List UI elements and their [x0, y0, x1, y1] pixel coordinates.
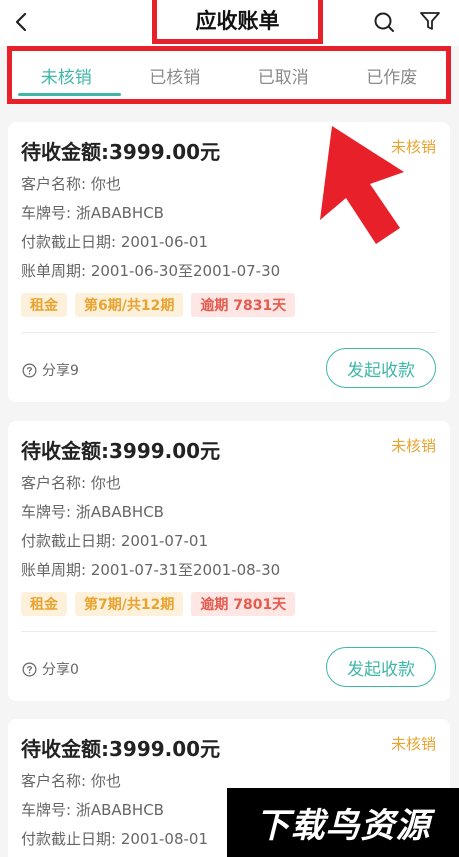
tag-period: 第7期/共12期 — [75, 592, 184, 616]
watermark-text: 下载鸟资源 — [255, 806, 431, 846]
chevron-left-icon[interactable] — [8, 6, 36, 38]
tag-overdue: 逾期 7831天 — [191, 293, 296, 317]
help-circle-icon — [22, 662, 37, 676]
title-highlight-box: 应收账单 — [152, 0, 323, 44]
bill-amount: 待收金额:3999.00元 — [21, 140, 221, 164]
customer-name: 客户名称: 你也 — [21, 175, 121, 193]
status-badge: 未核销 — [390, 437, 436, 455]
initiate-collection-button[interactable]: 发起收款 — [326, 647, 436, 687]
tag-period: 第6期/共12期 — [75, 293, 184, 317]
due-date: 付款截止日期: 2001-06-01 — [21, 233, 208, 251]
top-nav-bar: 应收账单 — [0, 0, 459, 46]
divider — [21, 631, 437, 632]
due-date: 付款截止日期: 2001-08-01 — [21, 830, 208, 848]
status-tabs: 未核销 已核销 已取消 已作废 — [7, 46, 451, 104]
share-label: 分享0 — [42, 662, 79, 678]
initiate-collection-button[interactable]: 发起收款 — [326, 348, 436, 388]
help-circle-icon — [22, 363, 37, 377]
page-title: 应收账单 — [195, 8, 280, 33]
watermark-logo: 下载鸟资源 — [227, 788, 459, 857]
bill-period: 账单周期: 2001-07-31至2001-08-30 — [21, 561, 281, 579]
share-count[interactable]: 分享0 — [22, 659, 79, 679]
customer-name: 客户名称: 你也 — [21, 772, 121, 790]
search-icon[interactable] — [372, 10, 396, 34]
tab-cancelled[interactable]: 已取消 — [229, 51, 338, 99]
divider — [21, 332, 437, 333]
tag-type: 租金 — [21, 592, 67, 616]
plate-number: 车牌号: 浙ABABHCB — [21, 204, 164, 222]
bill-period: 账单周期: 2001-06-30至2001-07-30 — [21, 262, 281, 280]
share-label: 分享9 — [42, 363, 79, 379]
tab-voided[interactable]: 已作废 — [338, 51, 447, 99]
filter-icon[interactable] — [418, 9, 442, 33]
share-count[interactable]: 分享9 — [22, 360, 79, 380]
plate-number: 车牌号: 浙ABABHCB — [21, 503, 164, 521]
bill-card[interactable]: 待收金额:3999.00元 未核销 客户名称: 你也 车牌号: 浙ABABHCB… — [8, 421, 450, 701]
tab-unverified[interactable]: 未核销 — [12, 51, 121, 99]
status-badge: 未核销 — [390, 735, 436, 753]
tag-group: 租金 第6期/共12期 逾期 7831天 — [21, 293, 296, 317]
tag-overdue: 逾期 7801天 — [191, 592, 296, 616]
tab-verified[interactable]: 已核销 — [121, 51, 230, 99]
red-pointer-arrow — [320, 126, 404, 244]
plate-number: 车牌号: 浙ABABHCB — [21, 801, 164, 819]
customer-name: 客户名称: 你也 — [21, 474, 121, 492]
bill-amount: 待收金额:3999.00元 — [21, 439, 221, 463]
bill-amount: 待收金额:3999.00元 — [21, 737, 221, 761]
due-date: 付款截止日期: 2001-07-01 — [21, 532, 208, 550]
tag-type: 租金 — [21, 293, 67, 317]
tag-group: 租金 第7期/共12期 逾期 7801天 — [21, 592, 296, 616]
